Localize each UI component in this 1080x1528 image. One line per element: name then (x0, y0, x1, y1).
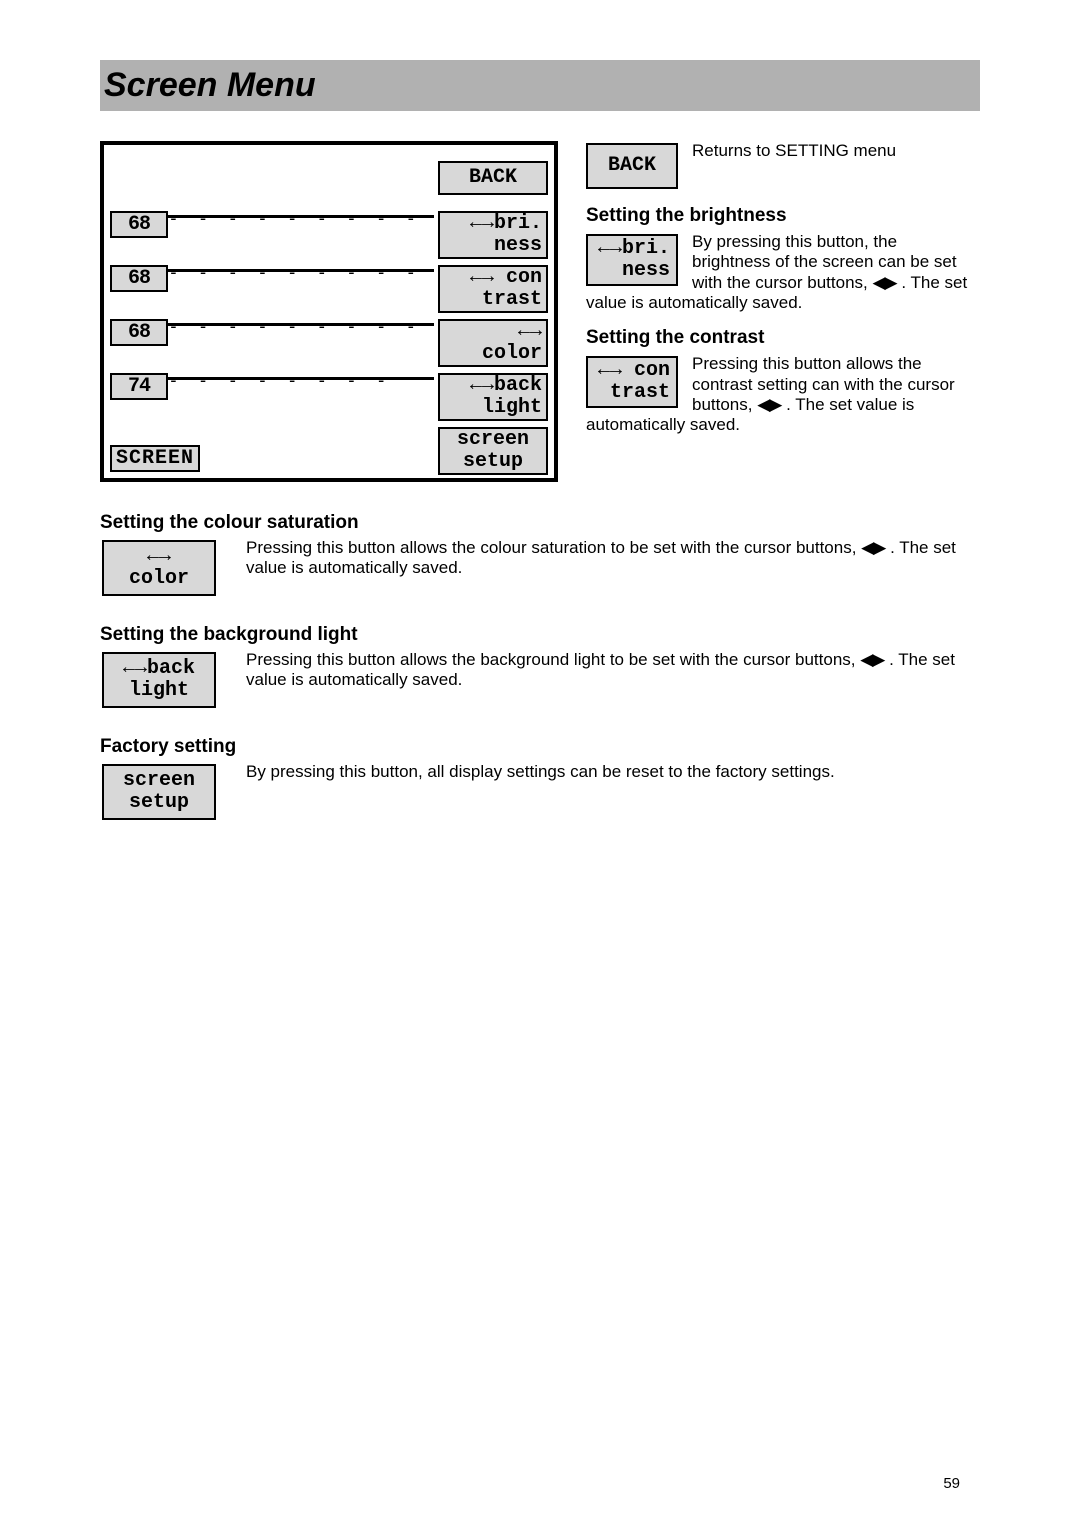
heading-color: Setting the colour saturation (100, 512, 980, 534)
arrow-icon: ←→ con (444, 267, 542, 289)
device-backlight-button[interactable]: ←→back light (438, 373, 548, 421)
title-bar: Screen Menu (100, 60, 980, 111)
device-contrast-button[interactable]: ←→ con trast (438, 265, 548, 313)
device-row-color: 68 - - - - - - - - - ←→ color (104, 313, 554, 367)
button-label: setup (110, 792, 208, 814)
page-title: Screen Menu (104, 66, 970, 105)
device-screen-label: SCREEN (110, 445, 200, 472)
device-screenshot: BACK 68 - - - - - - - - - ←→bri. ness 68… (100, 141, 558, 482)
button-label: screen (444, 429, 542, 451)
device-brightness-button[interactable]: ←→bri. ness (438, 211, 548, 259)
factory-section: screen setup By pressing this button, al… (100, 762, 980, 822)
button-label: trast (444, 289, 542, 311)
back-button[interactable]: BACK (586, 143, 678, 189)
slider-backlight[interactable]: - - - - - - - - (168, 367, 434, 380)
button-label: screen (110, 770, 208, 792)
heading-backlight: Setting the background light (100, 624, 980, 646)
arrow-icon: ←→ (444, 321, 542, 343)
color-text-a: Pressing this button allows the colour s… (246, 538, 861, 557)
backlight-text-a: Pressing this button allows the backgrou… (246, 650, 860, 669)
brightness-section: ←→bri. ness By pressing this button, the… (586, 232, 980, 314)
backlight-value: 74 (110, 373, 168, 400)
arrow-icon: ←→ (110, 546, 208, 568)
device-setup-button[interactable]: screen setup (438, 427, 548, 475)
arrow-icon: ←→ con (594, 360, 670, 382)
color-value: 68 (110, 319, 168, 346)
arrow-icon: ←→bri. (594, 238, 670, 260)
lower-sections: Setting the colour saturation ←→ color P… (100, 512, 980, 822)
device-row-contrast: 68 - - - - - - - - - ←→ con trast (104, 259, 554, 313)
top-row: BACK 68 - - - - - - - - - ←→bri. ness 68… (100, 141, 980, 482)
button-label: ness (444, 235, 542, 257)
factory-text: By pressing this button, all display set… (100, 762, 980, 782)
cursor-arrows-icon: ◀▶ (757, 395, 781, 414)
right-column: BACK Returns to SETTING menu Setting the… (586, 141, 980, 442)
color-button[interactable]: ←→ color (102, 540, 216, 596)
slider-color[interactable]: - - - - - - - - - (168, 313, 434, 326)
device-back-button[interactable]: BACK (438, 161, 548, 195)
cursor-arrows-icon: ◀▶ (860, 650, 884, 669)
back-section: BACK Returns to SETTING menu (586, 141, 980, 191)
page: Screen Menu BACK 68 - - - - - - - - - ←→… (0, 0, 1080, 1528)
back-description: Returns to SETTING menu (692, 141, 896, 160)
arrow-icon: ←→back (444, 375, 542, 397)
backlight-section: ←→back light Pressing this button allows… (100, 650, 980, 710)
button-label: ness (594, 260, 670, 282)
device-row-brightness: 68 - - - - - - - - - ←→bri. ness (104, 205, 554, 259)
heading-contrast: Setting the contrast (586, 327, 980, 350)
button-label: light (110, 680, 208, 702)
cursor-arrows-icon: ◀▶ (861, 538, 885, 557)
device-row-backlight: 74 - - - - - - - - ←→back light (104, 367, 554, 421)
button-label: color (444, 343, 542, 365)
arrow-icon: ←→bri. (444, 213, 542, 235)
backlight-button[interactable]: ←→back light (102, 652, 216, 708)
color-section: ←→ color Pressing this button allows the… (100, 538, 980, 598)
button-label: light (444, 397, 542, 419)
brightness-value: 68 (110, 211, 168, 238)
device-row-back: BACK (104, 145, 554, 205)
button-label: color (110, 568, 208, 590)
slider-brightness[interactable]: - - - - - - - - - (168, 205, 434, 218)
slider-contrast[interactable]: - - - - - - - - - (168, 259, 434, 272)
contrast-value: 68 (110, 265, 168, 292)
heading-brightness: Setting the brightness (586, 205, 980, 228)
cursor-arrows-icon: ◀▶ (872, 273, 896, 292)
contrast-section: ←→ con trast Pressing this button allows… (586, 354, 980, 436)
contrast-button[interactable]: ←→ con trast (586, 356, 678, 408)
button-label: trast (594, 382, 670, 404)
page-number: 59 (943, 1475, 960, 1492)
brightness-button[interactable]: ←→bri. ness (586, 234, 678, 286)
arrow-icon: ←→back (110, 658, 208, 680)
heading-factory: Factory setting (100, 736, 980, 758)
device-color-button[interactable]: ←→ color (438, 319, 548, 367)
button-label: setup (444, 451, 542, 473)
factory-button[interactable]: screen setup (102, 764, 216, 820)
